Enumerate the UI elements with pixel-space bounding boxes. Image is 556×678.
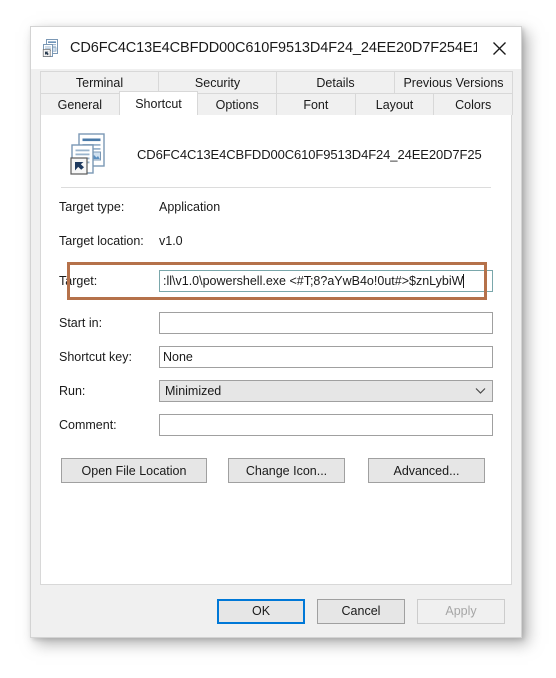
close-icon (492, 41, 506, 55)
tab-general[interactable]: General (40, 93, 120, 115)
file-header: CD6FC4C13E4CBFDD00C610F9513D4F24_24EE20D… (59, 129, 493, 179)
target-field-group: Target: :ll\v1.0\powershell.exe <#T;8?aY… (59, 262, 493, 300)
open-file-location-button[interactable]: Open File Location (61, 458, 207, 483)
shortcut-key-row: Shortcut key: None (59, 340, 493, 374)
tab-colors[interactable]: Colors (433, 93, 514, 115)
shortcut-tab-panel: CD6FC4C13E4CBFDD00C610F9513D4F24_24EE20D… (40, 115, 512, 585)
shortcut-key-input[interactable]: None (159, 346, 493, 368)
screenshot-canvas: CD6FC4C13E4CBFDD00C610F9513D4F24_24EE20D… (0, 0, 556, 678)
tab-label: Options (215, 97, 259, 112)
tab-details[interactable]: Details (276, 71, 395, 93)
tab-row-upper: Terminal Security Details Previous Versi… (40, 71, 513, 93)
button-label: Open File Location (81, 463, 187, 478)
tab-label: Terminal (75, 75, 124, 90)
change-icon-button[interactable]: Change Icon... (228, 458, 345, 483)
tab-label: Details (316, 75, 355, 90)
button-label: Apply (445, 604, 477, 618)
comment-row: Comment: (59, 408, 493, 442)
header-divider (61, 187, 491, 188)
shortcut-key-value: None (163, 350, 193, 364)
chevron-down-icon (475, 388, 486, 394)
tab-label: Previous Versions (403, 75, 504, 90)
shortcut-document-icon (67, 132, 111, 176)
start-in-input[interactable] (159, 312, 493, 334)
tab-terminal[interactable]: Terminal (40, 71, 159, 93)
button-label: Cancel (341, 604, 381, 618)
tab-strip: Terminal Security Details Previous Versi… (31, 69, 521, 115)
tab-label: Font (303, 97, 329, 112)
action-button-row: Open File Location Change Icon... Advanc… (59, 458, 493, 483)
target-type-row: Target type: Application (59, 192, 493, 222)
tab-shortcut[interactable]: Shortcut (118, 91, 199, 115)
tab-font[interactable]: Font (276, 93, 356, 115)
tab-label: Security (194, 75, 241, 90)
shortcut-key-label: Shortcut key: (59, 350, 132, 364)
run-row: Run: Minimized (59, 374, 493, 408)
button-label: Change Icon... (245, 463, 328, 478)
target-location-row: Target location: v1.0 (59, 226, 493, 256)
title-bar: CD6FC4C13E4CBFDD00C610F9513D4F24_24EE20D… (31, 27, 521, 69)
run-dropdown[interactable]: Minimized (159, 380, 493, 402)
button-label: Advanced... (393, 463, 460, 478)
properties-dialog: CD6FC4C13E4CBFDD00C610F9513D4F24_24EE20D… (30, 26, 522, 638)
target-type-label: Target type: (59, 200, 125, 214)
tab-label: Layout (375, 97, 414, 112)
tab-previous-versions[interactable]: Previous Versions (394, 71, 513, 93)
window-title: CD6FC4C13E4CBFDD00C610F9513D4F24_24EE20D… (70, 40, 477, 56)
button-label: OK (251, 604, 271, 618)
target-label: Target: (59, 274, 98, 288)
close-button[interactable] (477, 28, 521, 68)
apply-button: Apply (417, 598, 505, 624)
target-input[interactable]: :ll\v1.0\powershell.exe <#T;8?aYwB4o!0ut… (159, 270, 493, 292)
file-name-label: CD6FC4C13E4CBFDD00C610F9513D4F24_24EE20D… (137, 146, 482, 162)
tab-options[interactable]: Options (197, 93, 278, 115)
target-input-value: :ll\v1.0\powershell.exe <#T;8?aYwB4o!0ut… (163, 274, 464, 288)
cancel-button[interactable]: Cancel (317, 598, 405, 624)
run-selected-value: Minimized (165, 384, 222, 398)
tab-label: Shortcut (135, 96, 182, 111)
tab-security[interactable]: Security (158, 71, 277, 93)
tab-row-lower: General Shortcut Options Font Layout Col… (40, 91, 514, 115)
tab-label: General (57, 97, 103, 112)
comment-input[interactable] (159, 414, 493, 436)
ok-button[interactable]: OK (217, 598, 305, 624)
target-location-value: v1.0 (159, 234, 183, 248)
tab-label: Colors (455, 97, 492, 112)
start-in-row: Start in: (59, 306, 493, 340)
shortcut-document-icon (41, 38, 61, 58)
comment-label: Comment: (59, 418, 117, 432)
target-row: Target: :ll\v1.0\powershell.exe <#T;8?aY… (59, 270, 493, 292)
advanced-button[interactable]: Advanced... (368, 458, 485, 483)
text-caret (463, 274, 465, 288)
target-type-value: Application (159, 200, 221, 214)
tab-layout[interactable]: Layout (354, 93, 435, 115)
start-in-label: Start in: (59, 316, 103, 330)
target-location-label: Target location: (59, 234, 144, 248)
run-label: Run: (59, 384, 86, 398)
dialog-footer: OK Cancel Apply (31, 585, 521, 637)
